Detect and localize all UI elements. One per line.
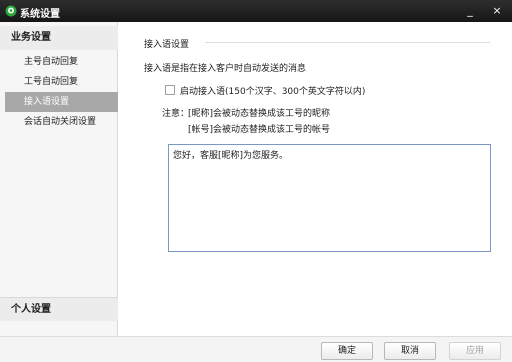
group-divider <box>205 42 490 43</box>
ok-button[interactable]: 确定 <box>321 342 373 360</box>
button-bar: 确定 取消 应用 <box>0 336 512 362</box>
greeting-message-input[interactable]: 您好，客服[昵称]为您服务。 <box>168 144 491 252</box>
note-nickname: [昵称]会被动态替换成该工号的昵称 <box>188 109 331 119</box>
group-title: 接入语设置 <box>144 40 190 50</box>
sidebar-item-greeting-settings[interactable]: 接入语设置 <box>5 92 118 112</box>
note-prefix: 注意： <box>162 109 190 119</box>
sidebar: 业务设置 主号自动回复 工号自动回复 接入语设置 会话自动关闭设置 个人设置 <box>0 22 118 336</box>
sidebar-item-session-auto-close[interactable]: 会话自动关闭设置 <box>5 112 118 132</box>
enable-greeting-label[interactable]: 启动接入语(150个汉字、300个英文字符以内) <box>180 84 365 97</box>
cancel-button[interactable]: 取消 <box>384 342 436 360</box>
apply-button[interactable]: 应用 <box>449 342 501 360</box>
window-title: 系统设置 <box>20 9 60 20</box>
enable-greeting-checkbox[interactable] <box>165 85 175 95</box>
section-header-business[interactable]: 业务设置 <box>0 26 118 50</box>
sidebar-item-agent-auto-reply[interactable]: 工号自动回复 <box>5 72 118 92</box>
sidebar-item-main-auto-reply[interactable]: 主号自动回复 <box>5 52 118 72</box>
main-panel: 接入语设置 接入语是指在接入客户时自动发送的消息 启动接入语(150个汉字、30… <box>119 22 512 336</box>
settings-window: 系统设置 _ × 业务设置 主号自动回复 工号自动回复 接入语设置 会话自动关闭… <box>0 0 512 362</box>
minimize-button[interactable]: _ <box>462 3 478 19</box>
title-bar[interactable]: 系统设置 _ × <box>0 0 512 22</box>
description-text: 接入语是指在接入客户时自动发送的消息 <box>144 64 307 74</box>
close-button[interactable]: × <box>489 3 505 19</box>
chat-bubble-icon <box>5 5 17 17</box>
note-account: [帐号]会被动态替换成该工号的帐号 <box>188 125 331 135</box>
section-header-personal[interactable]: 个人设置 <box>0 297 118 321</box>
